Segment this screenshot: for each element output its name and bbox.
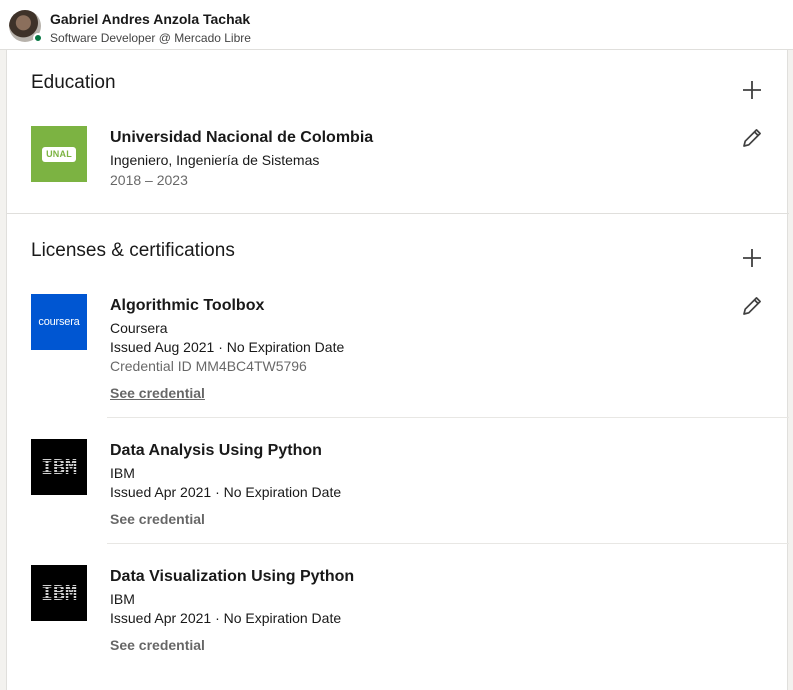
item-divider <box>107 543 789 544</box>
ibm-logo[interactable]: IBM <box>31 439 87 495</box>
ibm-logo-text: IBM <box>40 581 78 605</box>
coursera-logo-text: coursera <box>38 316 80 328</box>
license-name: Data Analysis Using Python <box>110 442 322 459</box>
see-credential-link[interactable]: See credential <box>110 385 205 401</box>
online-status-indicator <box>33 33 43 43</box>
ibm-logo-text: IBM <box>40 455 78 479</box>
plus-icon <box>743 249 761 267</box>
profile-name: Gabriel Andres Anzola Tachak <box>50 11 251 27</box>
profile-headline: Software Developer @ Mercado Libre <box>50 31 251 45</box>
see-credential-link[interactable]: See credential <box>110 511 205 527</box>
license-issued-date: Issued Apr 2021 · No Expiration Date <box>110 484 342 500</box>
license-credential-id: Credential ID MM4BC4TW5796 <box>110 358 307 374</box>
item-divider <box>107 417 789 418</box>
ibm-logo[interactable]: IBM <box>31 565 87 621</box>
education-school[interactable]: Universidad Nacional de Colombia <box>110 129 373 147</box>
see-credential-link[interactable]: See credential <box>110 637 205 653</box>
edit-education-button[interactable] <box>736 122 768 154</box>
profile-sections-card: Education UNAL Universidad Nacional de C… <box>6 50 789 690</box>
licenses-section-title: Licenses & certifications <box>31 240 235 261</box>
sticky-profile-header: Gabriel Andres Anzola Tachak Software De… <box>0 0 793 50</box>
section-divider <box>7 213 789 214</box>
add-license-button[interactable] <box>736 242 768 274</box>
coursera-logo[interactable]: coursera <box>31 294 87 350</box>
license-issuer: Coursera <box>110 320 168 336</box>
unal-logo[interactable]: UNAL <box>31 126 87 182</box>
education-section-title: Education <box>31 72 116 93</box>
license-issued-date: Issued Apr 2021 · No Expiration Date <box>110 610 342 626</box>
license-name: Algorithmic Toolbox <box>110 297 265 314</box>
license-issuer: IBM <box>110 591 135 607</box>
education-dates: 2018 – 2023 <box>110 172 188 188</box>
education-degree: Ingeniero, Ingeniería de Sistemas <box>110 152 320 168</box>
license-issued-date: Issued Aug 2021 · No Expiration Date <box>110 339 345 355</box>
unal-logo-text: UNAL <box>42 146 76 162</box>
add-education-button[interactable] <box>736 74 768 106</box>
edit-licenses-button[interactable] <box>736 290 768 322</box>
license-issuer: IBM <box>110 465 135 481</box>
license-name: Data Visualization Using Python <box>110 568 355 585</box>
plus-icon <box>743 81 761 99</box>
pencil-icon <box>743 129 761 147</box>
pencil-icon <box>743 297 761 315</box>
